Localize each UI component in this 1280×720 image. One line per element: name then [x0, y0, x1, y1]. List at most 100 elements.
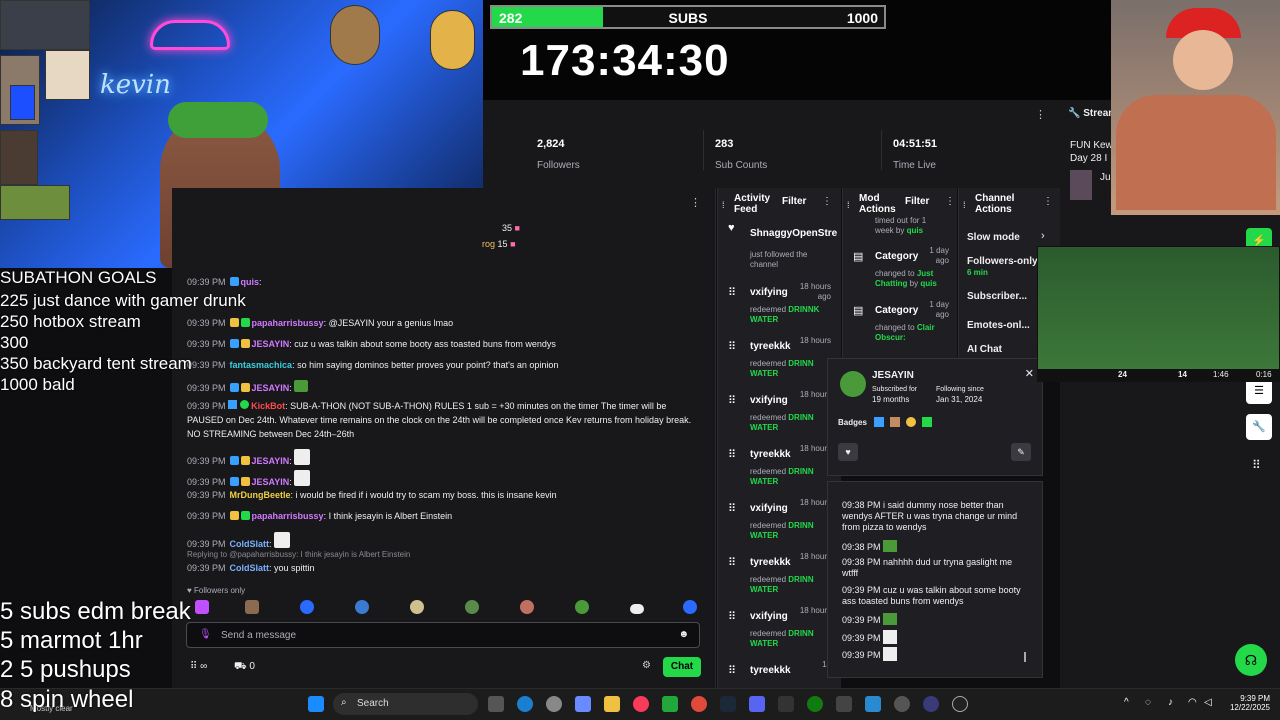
taskbar-clock[interactable]: 9:39 PM 12/22/2025	[1222, 694, 1270, 712]
steam-icon[interactable]	[720, 696, 736, 712]
file-explorer-icon[interactable]	[604, 696, 620, 712]
chat-send-button[interactable]: Chat	[663, 657, 701, 677]
mod-menu-icon[interactable]: ⋮	[945, 196, 955, 207]
followers-only-toggle[interactable]: Followers-only	[967, 256, 1038, 267]
feed-user[interactable]: tyreekkk	[750, 449, 791, 460]
app-icon[interactable]	[923, 696, 939, 712]
chat-message: 09:39 PM MrDungBeetle: i would be fired i…	[187, 490, 557, 500]
app-icon[interactable]	[836, 696, 852, 712]
feed-user[interactable]: tyreekkk	[750, 341, 791, 352]
copilot-icon[interactable]	[575, 696, 591, 712]
scrollbar[interactable]	[1024, 652, 1026, 662]
activity-filter-button[interactable]: Filter	[782, 196, 806, 207]
chat-settings-icon[interactable]: ⚙	[642, 660, 651, 671]
obs-icon[interactable]	[894, 696, 910, 712]
discord-icon[interactable]	[749, 696, 765, 712]
mic-tray-icon[interactable]: ♪	[1168, 697, 1173, 708]
chat-message: 09:39 PM ColdSlatt: you spittin	[187, 563, 315, 573]
following-value: Jan 31, 2024	[936, 395, 983, 404]
feed-time: 18 hours	[799, 498, 831, 507]
mod-action-time: 1 day ago	[929, 246, 949, 265]
feed-action: redeemed DRINNK WATER	[750, 305, 820, 324]
feed-user[interactable]: vxifying	[750, 287, 788, 298]
emote-icon[interactable]	[465, 600, 479, 614]
unreal-icon[interactable]	[952, 696, 968, 712]
follow-heart-icon[interactable]: ♥	[838, 443, 858, 461]
wrench-icon[interactable]: 🔧	[1246, 414, 1272, 440]
music-icon[interactable]	[633, 696, 649, 712]
stream-panel-title: 🔧 Stream	[1068, 108, 1118, 119]
settings-icon[interactable]	[546, 696, 562, 712]
wifi-icon[interactable]: ◠	[1188, 697, 1197, 708]
feed-user[interactable]: vxifying	[750, 503, 788, 514]
mod-action-time: 1 day ago	[929, 300, 949, 319]
support-icon[interactable]: ☊	[1235, 644, 1267, 676]
tray-icon[interactable]: ◌	[1145, 697, 1151, 708]
subathon-goal: 1000 bald	[0, 375, 75, 394]
slow-mode-toggle[interactable]: Slow mode	[967, 232, 1020, 243]
stat-sub-counts: 283 Sub Counts	[715, 138, 767, 171]
divider	[881, 130, 882, 170]
chat-menu-icon[interactable]: ⋮	[690, 196, 701, 209]
feed-user[interactable]: tyreekkk	[750, 557, 791, 568]
emote-icon[interactable]	[355, 600, 369, 614]
chat-input[interactable]: 🎙 Send a message ☻	[186, 622, 700, 648]
task-view-icon[interactable]	[488, 696, 504, 712]
subs-label: SUBS	[668, 10, 708, 26]
community-icon[interactable]: ⠿	[1252, 458, 1261, 472]
points-icon: ⠿	[728, 341, 737, 353]
mod-tools-icon[interactable]: ✎	[1011, 443, 1031, 461]
emote-icon[interactable]	[683, 600, 697, 614]
photos-icon[interactable]	[865, 696, 881, 712]
app-icon[interactable]	[778, 696, 794, 712]
drag-handle-icon[interactable]: ⁞	[722, 200, 725, 210]
volume-icon[interactable]: ◁	[1204, 697, 1212, 708]
emote-icon[interactable]	[245, 600, 259, 614]
emote-icon[interactable]	[300, 600, 314, 614]
user-card-name: JESAYIN	[872, 370, 914, 381]
channel-menu-icon[interactable]: ⋮	[1043, 196, 1053, 207]
feed-user[interactable]: vxifying	[750, 395, 788, 406]
gift-count[interactable]: ⛟ 0	[234, 661, 255, 674]
points-icon: ⠿	[728, 503, 737, 515]
collage-tile	[0, 130, 38, 185]
tray-chevron-icon[interactable]: ^	[1124, 697, 1129, 708]
emote-icon[interactable]	[410, 600, 424, 614]
heart-icon: ♥	[728, 222, 735, 234]
drag-handle-icon[interactable]: ⁞	[963, 200, 966, 210]
feed-action: just followed the channel	[750, 250, 808, 269]
close-icon[interactable]: ✕	[1025, 367, 1034, 380]
mod-filter-button[interactable]: Filter	[905, 196, 929, 207]
emote-picker-icon[interactable]: ☻	[678, 629, 689, 640]
subscriber-only-toggle[interactable]: Subscriber...	[967, 291, 1027, 302]
feed-time: 18 hours	[799, 444, 831, 453]
stats-menu-icon[interactable]: ⋮	[1035, 108, 1046, 121]
stat-value: 04:51:51	[893, 138, 938, 150]
excel-icon[interactable]	[662, 696, 678, 712]
feed-user[interactable]: vxifying	[750, 611, 788, 622]
chevron-right-icon[interactable]: ›	[1041, 230, 1045, 242]
feed-time: 18 hours	[799, 390, 831, 399]
chrome-icon[interactable]	[691, 696, 707, 712]
collage-tile	[0, 185, 70, 220]
edge-icon[interactable]	[517, 696, 533, 712]
mic-icon[interactable]: 🎙	[199, 629, 212, 640]
emote-icon[interactable]	[575, 600, 589, 614]
activity-menu-icon[interactable]: ⋮	[822, 196, 832, 207]
taskbar-search[interactable]: ⌕ Search	[333, 693, 478, 715]
emote-icon[interactable]	[520, 600, 534, 614]
emotes-only-toggle[interactable]: Emotes-onl...	[967, 320, 1030, 331]
channel-points[interactable]: ⠿ ∞	[190, 661, 207, 672]
feed-user[interactable]: ShnaggyOpenStre	[750, 228, 837, 239]
ai-chat-toggle[interactable]: AI Chat	[967, 344, 1002, 355]
xbox-icon[interactable]	[807, 696, 823, 712]
windows-start-icon[interactable]	[308, 696, 324, 712]
emote-icon[interactable]	[195, 600, 209, 614]
collage-tile	[10, 85, 35, 120]
drag-handle-icon[interactable]: ⁞	[847, 200, 850, 210]
chat-message-kickbot: 09:39 PM KickBot: SUB-A-THON (NOT SUB-A-…	[187, 400, 692, 439]
emote-icon[interactable]	[630, 604, 644, 614]
leaderboard-count: 35 ■	[502, 223, 520, 233]
points-icon: ⠿	[728, 665, 737, 677]
feed-user[interactable]: tyreekkk	[750, 665, 791, 676]
